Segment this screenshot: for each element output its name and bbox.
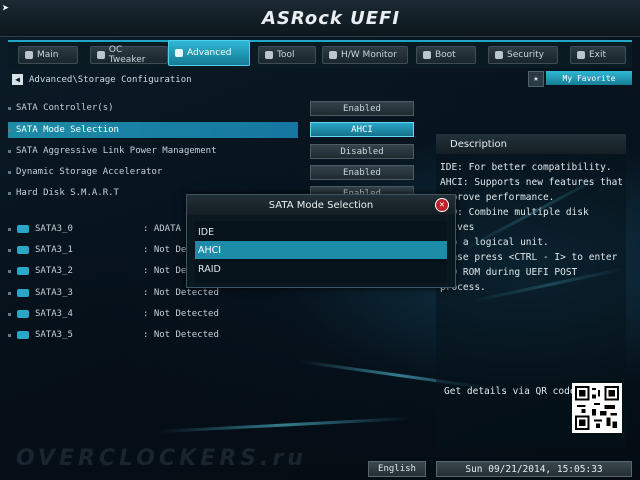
drive-row-sata3-1[interactable]: SATA3_1: Not Det: [8, 243, 192, 257]
title-bar: ➤ ASRock UEFI: [0, 0, 640, 37]
setting-sata-mode-selection[interactable]: SATA Mode Selection: [8, 122, 298, 138]
advanced-icon: [175, 49, 183, 57]
dialog-option-list: IDE AHCI RAID: [195, 221, 447, 283]
breadcrumb-text: Advanced\Storage Configuration: [29, 74, 192, 85]
hard-drive-icon: [17, 310, 29, 318]
hard-drive-icon: [17, 246, 29, 254]
sata-mode-dialog: SATA Mode Selection ✕ IDE AHCI RAID: [186, 194, 456, 288]
bullet-icon: [8, 312, 11, 316]
main-icon: [25, 51, 33, 59]
hard-drive-icon: [17, 225, 29, 233]
dialog-title: SATA Mode Selection: [187, 195, 455, 215]
monitor-icon: [329, 51, 337, 59]
setting-dynamic-storage-accelerator[interactable]: Dynamic Storage Accelerator: [8, 164, 298, 180]
back-arrow-icon[interactable]: ◀: [12, 74, 23, 85]
bullet-icon: [8, 269, 11, 273]
bullet-icon: [8, 170, 11, 174]
option-ahci[interactable]: AHCI: [195, 241, 447, 259]
dynamic-storage-accelerator-value[interactable]: Enabled: [310, 165, 414, 180]
tab-exit[interactable]: Exit: [570, 46, 626, 64]
hard-drive-icon: [17, 331, 29, 339]
bullet-icon: [8, 191, 11, 195]
tab-hw-monitor[interactable]: H/W Monitor: [322, 46, 408, 64]
drive-row-sata3-2[interactable]: SATA3_2: Not Det: [8, 264, 192, 278]
aggressive-link-power-value[interactable]: Disabled: [310, 144, 414, 159]
tab-main[interactable]: Main: [18, 46, 78, 64]
sata-mode-value[interactable]: AHCI: [310, 122, 414, 137]
drive-row-sata3-4[interactable]: SATA3_4: Not Detected: [8, 307, 219, 321]
setting-sata-controllers[interactable]: SATA Controller(s): [8, 100, 298, 116]
brand-logo: ASRock UEFI: [262, 8, 401, 29]
tab-security[interactable]: Security: [488, 46, 558, 64]
drive-row-sata3-0[interactable]: SATA3_0: ADATA: [8, 222, 181, 236]
language-button[interactable]: English: [368, 461, 426, 477]
drive-row-sata3-3[interactable]: SATA3_3: Not Detected: [8, 286, 219, 300]
close-icon[interactable]: ✕: [435, 198, 449, 212]
tab-oc-tweaker[interactable]: OC Tweaker: [90, 45, 168, 65]
security-icon: [495, 51, 503, 59]
boot-icon: [423, 51, 431, 59]
exit-icon: [577, 51, 585, 59]
bullet-icon: [8, 149, 11, 153]
bullet-icon: [8, 106, 11, 110]
tab-boot[interactable]: Boot: [416, 46, 476, 64]
setting-aggressive-link-power[interactable]: SATA Aggressive Link Power Management: [8, 143, 298, 159]
option-ide[interactable]: IDE: [195, 223, 447, 241]
tab-bar: Main OC Tweaker Advanced Tool H/W Monito…: [8, 40, 632, 68]
my-favorite-button[interactable]: My Favorite: [546, 71, 632, 85]
bullet-icon: [8, 128, 11, 132]
datetime-display: Sun 09/21/2014, 15:05:33: [436, 461, 632, 477]
drive-row-sata3-5[interactable]: SATA3_5: Not Detected: [8, 328, 219, 342]
watermark: OVERCLOCKERS.ru: [16, 446, 307, 471]
option-raid[interactable]: RAID: [195, 260, 447, 278]
bullet-icon: [8, 291, 11, 295]
tool-icon: [265, 51, 273, 59]
favorite-star-icon[interactable]: ★: [528, 71, 544, 87]
bullet-icon: [8, 227, 11, 231]
bullet-icon: [8, 333, 11, 337]
tab-tool[interactable]: Tool: [258, 46, 316, 64]
sata-controllers-value[interactable]: Enabled: [310, 101, 414, 116]
mouse-cursor-icon: ➤: [2, 1, 10, 15]
oc-icon: [97, 51, 105, 59]
description-text: IDE: For better compatibility. AHCI: Sup…: [440, 162, 624, 293]
hard-drive-icon: [17, 289, 29, 297]
breadcrumb: ◀ Advanced\Storage Configuration: [12, 74, 192, 85]
bullet-icon: [8, 248, 11, 252]
qr-code-graphic: [575, 386, 619, 430]
tab-advanced[interactable]: Advanced: [168, 40, 250, 66]
description-title: Description: [436, 134, 626, 154]
qr-label: Get details via QR code: [444, 386, 576, 397]
qr-code-icon: [572, 383, 622, 433]
hard-drive-icon: [17, 267, 29, 275]
